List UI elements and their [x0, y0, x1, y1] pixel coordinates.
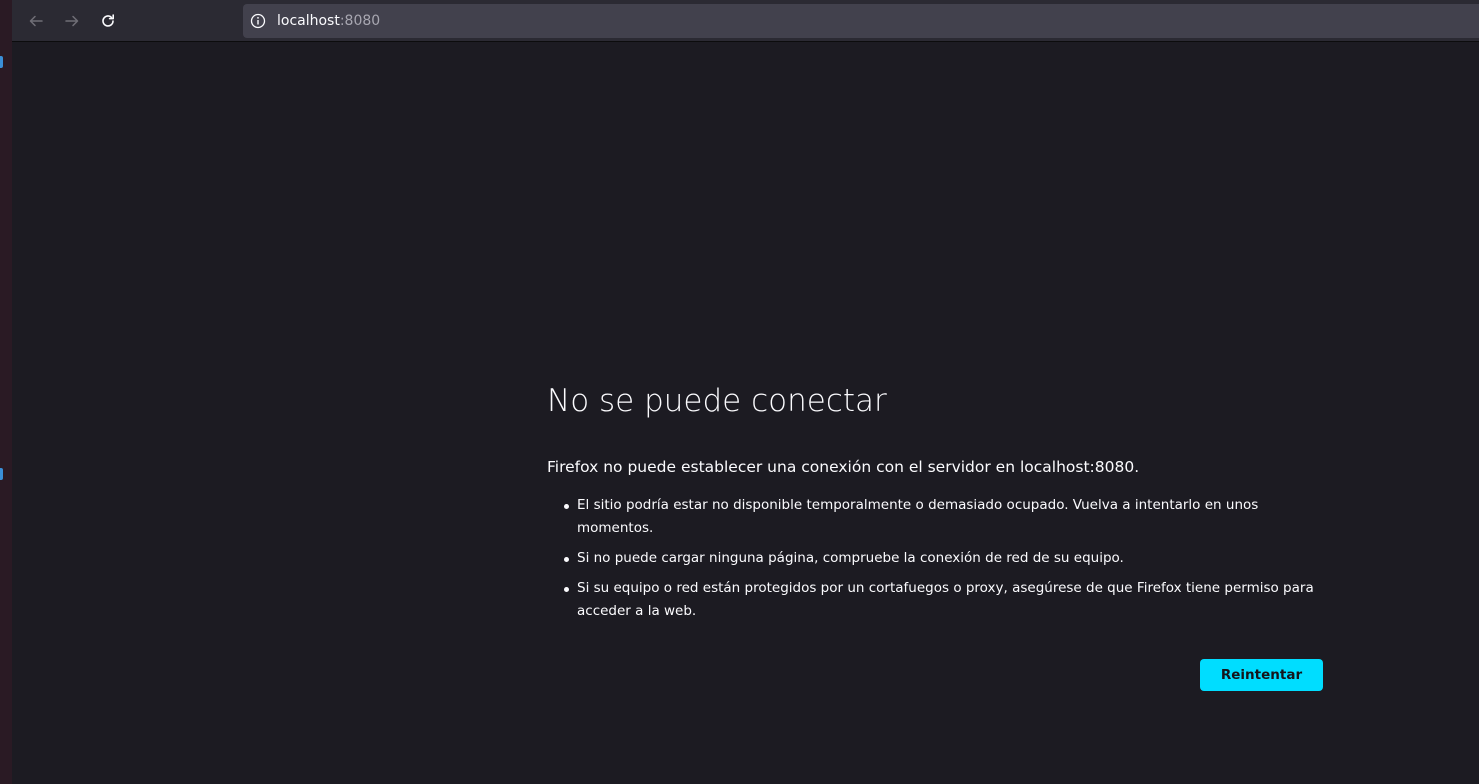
list-item: El sitio podría estar no disponible temp… — [547, 494, 1323, 540]
error-title: No se puede conectar — [547, 383, 887, 419]
list-item-text: Si no puede cargar ninguna página, compr… — [577, 550, 1124, 566]
dock-indicator — [0, 56, 3, 68]
forward-button[interactable] — [57, 6, 87, 36]
list-item-text: El sitio podría estar no disponible temp… — [577, 497, 1259, 536]
bullet-icon — [564, 557, 569, 562]
connection-error-page: No se puede conectar Firefox no puede es… — [547, 378, 1323, 691]
retry-button[interactable]: Reintentar — [1200, 659, 1323, 691]
error-suggestions-list: El sitio podría estar no disponible temp… — [547, 494, 1323, 623]
address-bar[interactable]: localhost:8080 — [243, 4, 1479, 38]
arrow-right-icon — [65, 15, 79, 27]
error-intro: Firefox no puede establecer una conexión… — [547, 458, 1140, 476]
bullet-icon — [564, 587, 569, 592]
arrow-left-icon — [29, 15, 43, 27]
reload-button[interactable] — [93, 6, 123, 36]
dock-indicator — [0, 468, 3, 480]
list-item: Si no puede cargar ninguna página, compr… — [547, 547, 1323, 570]
info-icon[interactable] — [250, 13, 266, 29]
url-text[interactable]: localhost:8080 — [277, 13, 380, 29]
back-button[interactable] — [21, 6, 51, 36]
list-item-text: Si su equipo o red están protegidos por … — [577, 580, 1314, 619]
browser-window: localhost:8080 No se puede conectar Fire… — [12, 0, 1479, 784]
bullet-icon — [564, 504, 569, 509]
desktop-dock-edge — [0, 0, 12, 784]
list-item: Si su equipo o red están protegidos por … — [547, 577, 1323, 623]
url-host: localhost — [277, 13, 340, 29]
reload-icon — [102, 14, 114, 27]
url-port: :8080 — [339, 13, 381, 29]
navigation-toolbar: localhost:8080 — [12, 0, 1479, 42]
